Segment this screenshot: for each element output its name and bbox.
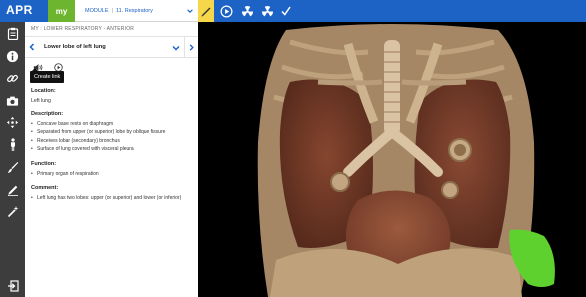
breadcrumb: MY : LOWER RESPIRATORY - ANTERIOR: [31, 26, 135, 32]
info-icon: [6, 50, 19, 63]
anatomy-viewer[interactable]: [198, 22, 586, 297]
move-button[interactable]: [4, 114, 21, 131]
quiz-check-button[interactable]: [278, 3, 294, 19]
link-icon: [7, 74, 18, 83]
list-item: Left lung has two lobes: upper (or super…: [31, 194, 193, 203]
list-item: Receives lobar (secondary) bronchus: [31, 137, 193, 146]
radiation-icon: [241, 5, 253, 16]
comment-heading: Comment:: [31, 185, 59, 192]
wand-icon: [7, 206, 18, 218]
exit-button[interactable]: [0, 274, 25, 297]
play-icon: [220, 5, 232, 17]
thorax-dissection-image[interactable]: [198, 22, 586, 297]
create-link-button[interactable]: [4, 70, 21, 87]
next-view-button[interactable]: [184, 37, 198, 58]
check-icon: [281, 6, 291, 16]
view-title[interactable]: Lower lobe of left lung: [44, 44, 106, 50]
pen-icon: [201, 7, 211, 17]
xray-button-2[interactable]: [259, 3, 275, 19]
top-bar: APR my MODULE | 11. Respiratory: [0, 0, 586, 22]
my-button[interactable]: my: [48, 0, 75, 22]
camera-button[interactable]: [4, 92, 21, 109]
comment-list: Left lung has two lobes: upper (or super…: [31, 194, 193, 203]
radiation-icon: [261, 5, 273, 16]
brush-button[interactable]: [4, 159, 21, 176]
info-button[interactable]: [4, 48, 21, 65]
location-text: Left lung: [31, 98, 51, 104]
chevron-down-icon[interactable]: [171, 43, 181, 53]
pencil-button[interactable]: [4, 181, 21, 198]
description-heading: Description:: [31, 111, 64, 117]
location-heading: Location:: [31, 88, 56, 94]
function-list: Primary organ of respiration: [31, 170, 193, 179]
move-icon: [6, 116, 19, 129]
play-button[interactable]: [218, 3, 234, 19]
chevron-right-icon: [189, 44, 194, 51]
content-panel: MY : LOWER RESPIRATORY - ANTERIOR Lower …: [25, 22, 198, 297]
left-tool-rail: [0, 22, 25, 297]
body-icon: [10, 137, 15, 151]
module-title: 11. Respiratory: [115, 7, 153, 14]
anatomy-layer-button[interactable]: [4, 136, 21, 153]
camera-icon: [6, 96, 19, 106]
apr-logo[interactable]: APR: [6, 3, 33, 17]
module-prefix: MODULE: [85, 7, 109, 14]
exit-icon: [7, 279, 19, 292]
module-separator: |: [111, 7, 113, 14]
description-list: Concave base rests on diaphragm Separate…: [31, 120, 193, 154]
xray-button[interactable]: [239, 3, 255, 19]
chevron-left-icon[interactable]: [27, 42, 37, 52]
list-item: Surface of lung covered with visceral pl…: [31, 145, 193, 154]
function-heading: Function:: [31, 160, 57, 167]
my-label: my: [55, 6, 68, 16]
magic-wand-button[interactable]: [4, 203, 21, 220]
pencil-icon: [7, 185, 18, 196]
list-item: Concave base rests on diaphragm: [31, 120, 193, 129]
clipboard-icon: [7, 27, 18, 40]
structure-info: Location: Left lung Description: Concave…: [31, 84, 193, 203]
list-item: Separated from upper (or superior) lobe …: [31, 128, 193, 137]
chevron-down-icon[interactable]: [186, 7, 194, 15]
create-link-tooltip: Create link: [30, 71, 65, 83]
view-selector-bar: Lower lobe of left lung: [25, 36, 198, 58]
pen-tool-button[interactable]: [198, 0, 214, 22]
list-item: Primary organ of respiration: [31, 170, 193, 179]
module-selector[interactable]: MODULE | 11. Respiratory: [75, 0, 198, 22]
brush-icon: [7, 162, 18, 173]
app-window: APR my MODULE | 11. Respiratory MY: LOW…: [0, 0, 586, 297]
clipboard-button[interactable]: [4, 25, 21, 42]
